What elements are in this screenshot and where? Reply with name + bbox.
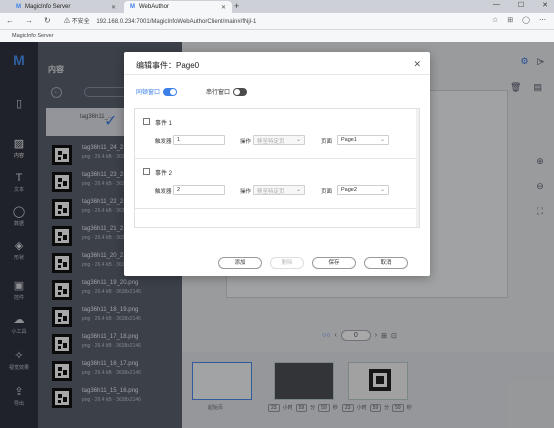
close-window-button[interactable]: ✕ (542, 1, 548, 9)
scrollbar[interactable] (416, 109, 419, 227)
toggle-label: 串行窗口 (206, 90, 231, 96)
toggle-serial-window[interactable]: 串行窗口 (206, 87, 248, 96)
event-title: 事件 1 (155, 121, 173, 127)
new-tab-button[interactable]: + (234, 1, 239, 11)
delete-button[interactable]: 删除 (270, 257, 304, 269)
divider (124, 74, 430, 75)
refresh-icon[interactable]: ↻ (44, 16, 51, 25)
back-icon[interactable]: ← (6, 16, 14, 25)
cancel-button[interactable]: 取消 (364, 257, 408, 269)
toggle-label: 同顿窗口 (136, 90, 161, 96)
page-select[interactable]: Page2 ⌄ (337, 185, 389, 195)
edit-event-dialog: 编辑事件：Page0 ✕ 同顿窗口 串行窗口 事件 1 触发器 1 操作 移至特… (124, 52, 430, 276)
toggle-sync-window[interactable]: 同顿窗口 (136, 87, 178, 96)
favorite-star-icon[interactable]: ☆ (492, 16, 498, 24)
event-checkbox[interactable] (143, 118, 150, 125)
nav-buttons: ← → ↻ (6, 16, 51, 25)
security-warning[interactable]: ⚠ 不安全 (64, 19, 90, 25)
url-field[interactable]: ⚠ 不安全 192.168.0.234:7001/MagicInfoWebAut… (64, 16, 256, 25)
event-item: 事件 2 触发器 2 操作 移至特定页 ⌄ 页面 Page2 ⌄ (135, 159, 419, 209)
tab-label: MagicInfo Server (25, 4, 71, 10)
collections-icon[interactable]: ⊞ (507, 16, 513, 24)
trigger-label: 触发器 (155, 139, 172, 145)
app-header-title: MagicInfo Server (12, 33, 54, 39)
trigger-input[interactable]: 1 (173, 135, 225, 145)
forward-icon[interactable]: → (25, 16, 33, 25)
app-header: MagicInfo Server (0, 30, 554, 42)
save-button[interactable]: 保存 (312, 257, 356, 269)
action-label: 操作 (240, 139, 252, 145)
tab-close-icon[interactable]: ✕ (221, 4, 226, 11)
magicinfo-logo-icon: M (16, 4, 21, 10)
toggle-switch[interactable] (163, 87, 178, 96)
url-text: 192.168.0.234:7001/MagicInfoWebAuthorCli… (96, 19, 257, 25)
browser-tab-bar: M MagicInfo Server ✕ M WebAuthor ✕ + — ☐… (0, 0, 554, 13)
trigger-input[interactable]: 2 (173, 185, 225, 195)
trigger-label: 触发器 (155, 189, 172, 195)
profile-icon[interactable]: ◯ (522, 16, 530, 24)
tab-webauthor[interactable]: M WebAuthor ✕ (124, 1, 232, 13)
window-controls: — ☐ ✕ (493, 1, 548, 9)
toggle-switch[interactable] (233, 87, 248, 96)
event-title: 事件 2 (155, 171, 173, 177)
add-button[interactable]: 添加 (218, 257, 262, 269)
maximize-button[interactable]: ☐ (518, 1, 524, 9)
dialog-title: 编辑事件：Page0 (136, 61, 200, 70)
more-icon[interactable]: ⋯ (539, 16, 546, 24)
action-label: 操作 (240, 189, 252, 195)
page-label: 页面 (321, 189, 333, 195)
minimize-button[interactable]: — (493, 1, 500, 9)
address-bar: ← → ↻ ⚠ 不安全 192.168.0.234:7001/MagicInfo… (0, 13, 554, 30)
event-item: 事件 1 触发器 1 操作 移至特定页 ⌄ 页面 Page1 ⌄ (135, 109, 419, 159)
tab-magicinfo-server[interactable]: M MagicInfo Server ✕ (10, 1, 122, 13)
action-select[interactable]: 移至特定页 ⌄ (253, 185, 305, 195)
event-list: 事件 1 触发器 1 操作 移至特定页 ⌄ 页面 Page1 ⌄ 事件 2 触发器 … (134, 108, 420, 228)
browser-toolbar-icons: ☆ ⊞ ◯ ⋯ (492, 16, 546, 24)
magicinfo-logo-icon: M (130, 4, 135, 10)
event-checkbox[interactable] (143, 168, 150, 175)
tab-label: WebAuthor (139, 4, 169, 10)
action-select[interactable]: 移至特定页 ⌄ (253, 135, 305, 145)
tab-close-icon[interactable]: ✕ (111, 4, 116, 11)
page-label: 页面 (321, 139, 333, 145)
page-select[interactable]: Page1 ⌄ (337, 135, 389, 145)
close-icon[interactable]: ✕ (413, 59, 421, 70)
